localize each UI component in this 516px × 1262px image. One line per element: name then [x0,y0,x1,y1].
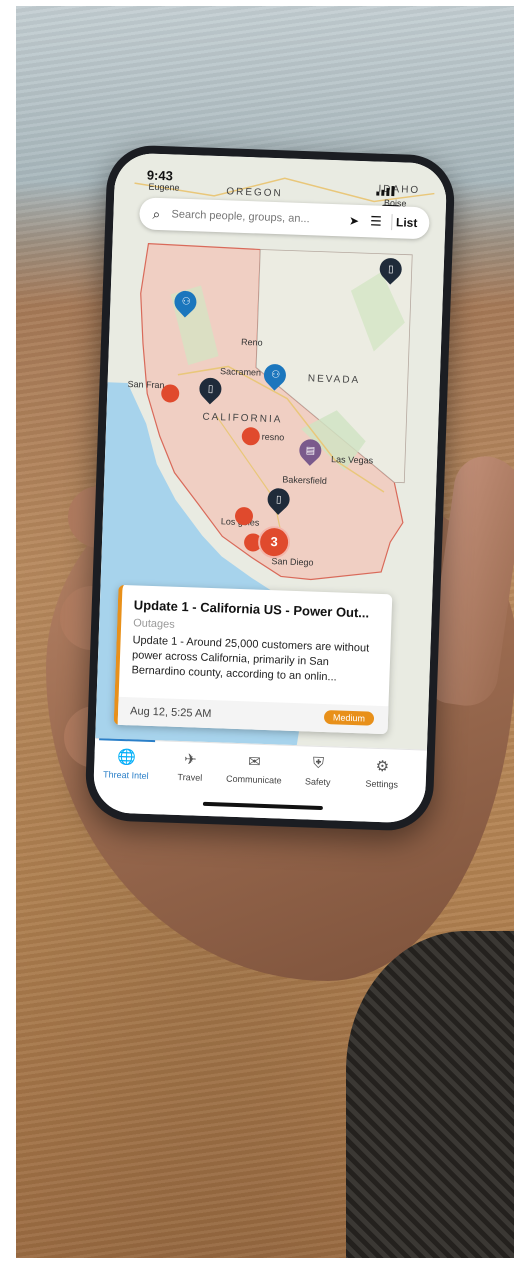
map-label-san-francisco: San Fran [127,378,165,391]
globe-icon: 🌐 [116,748,137,767]
phone-icon: ▯ [207,383,214,395]
alert-category: Outages [132,617,175,631]
app-screen: Eugene OREGON IDAHO Boise Reno Sacramen … [92,152,448,824]
chat-icon: ✉ [247,753,261,771]
tab-label: Threat Intel [102,769,149,781]
alert-body: Update 1 - Around 25,000 customers are w… [131,634,370,684]
tab-threat-intel[interactable]: 🌐 Threat Intel [94,747,159,781]
tab-label: Safety [304,776,331,788]
divider [390,214,393,231]
alert-title: Update 1 - California US - Power Out... [133,597,370,621]
tab-label: Communicate [225,773,282,786]
shield-icon: ⛨ [312,754,325,773]
tab-safety[interactable]: ⛨ Safety [286,754,351,788]
alert-card[interactable]: Update 1 - California US - Power Out... … [113,584,393,735]
gear-icon: ⚙ [375,757,390,776]
tab-label: Settings [365,778,399,790]
severity-badge: Medium [323,710,375,726]
map-label-reno: Reno [240,336,263,348]
alert-date: Aug 12, 5:25 AM [129,705,212,721]
search-icon: ⌕ [152,205,161,222]
group-icon: ⚇ [270,369,280,381]
map-label-fresno: resno [261,431,285,443]
group-icon: ⚇ [180,296,191,308]
map-label-las-vegas: Las Vegas [330,454,374,466]
phone-icon: ▯ [275,493,282,505]
tab-bar: 🌐 Threat Intel ✈ Travel ✉ Communicate ⛨ … [92,738,427,824]
map-label-sacramento: Sacramen [219,366,262,378]
map-label-bakersfield: Bakersfield [282,474,327,486]
map-label-nevada: NEVADA [307,373,361,387]
plane-icon: ✈ [183,751,198,769]
phone: Eugene OREGON IDAHO Boise Reno Sacramen … [84,144,456,832]
signal-icon [376,178,423,215]
tab-settings[interactable]: ⚙ Settings [350,756,415,790]
building-icon: ▤ [305,444,316,457]
tab-travel[interactable]: ✈ Travel [158,749,223,783]
list-button[interactable]: List [396,215,418,230]
tab-communicate[interactable]: ✉ Communicate [222,752,287,786]
search-input[interactable] [169,207,344,228]
location-arrow-icon[interactable]: ➤ [343,213,365,228]
tab-label: Travel [177,771,203,783]
phone-icon: ▯ [387,263,394,275]
status-time: 9:43 [146,167,174,184]
filter-icon[interactable]: ☰ [365,213,388,230]
